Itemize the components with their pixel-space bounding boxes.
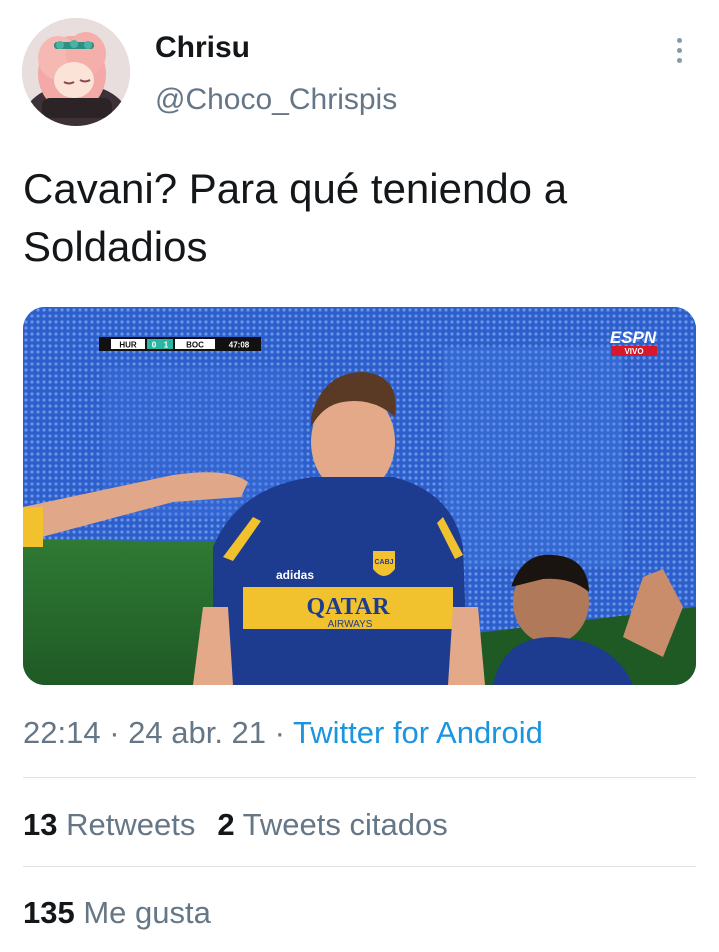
likes-count: 135	[23, 895, 75, 930]
retweets-link[interactable]: 13 Retweets	[23, 804, 195, 846]
separator: ·	[100, 715, 129, 750]
display-name[interactable]: Chrisu	[155, 28, 250, 68]
jersey-sponsor: QATAR	[306, 594, 390, 620]
divider	[23, 777, 696, 778]
like-stats: 135 Me gusta	[23, 892, 211, 934]
scoreboard: HUR 0 1 BOC 47:08	[99, 337, 261, 351]
kit-brand: adidas	[276, 568, 314, 582]
espn-logo: ESPN VIVO	[610, 328, 657, 356]
live-label: VIVO	[624, 347, 643, 356]
retweet-stats: 13 Retweets 2 Tweets citados	[23, 804, 448, 846]
likes-label: Me gusta	[83, 895, 211, 930]
jersey-sponsor-sub: AIRWAYS	[328, 619, 373, 630]
away-team: BOC	[186, 341, 204, 350]
match-clock: 47:08	[229, 341, 250, 350]
tweet-time[interactable]: 22:14	[23, 715, 101, 750]
match-photo: QATAR AIRWAYS adidas CABJ HUR 0 1 BOC 47…	[23, 307, 696, 685]
tweet-detail: Chrisu @Choco_Chrispis Cavani? Para qué …	[0, 0, 719, 952]
home-team: HUR	[119, 341, 137, 350]
tweet-meta: 22:14 · 24 abr. 21 · Twitter for Android	[23, 712, 543, 754]
tweet-text-line: Soldadios	[23, 223, 208, 270]
dot	[676, 47, 682, 53]
quotes-label: Tweets citados	[242, 807, 448, 842]
avatar[interactable]	[22, 18, 130, 126]
tweet-text-line: Cavani? Para qué teniendo a	[23, 165, 568, 212]
avatar-image	[22, 18, 130, 126]
likes-link[interactable]: 135 Me gusta	[23, 892, 211, 934]
more-vertical-icon[interactable]	[664, 30, 694, 70]
dot	[676, 37, 682, 43]
dot	[676, 57, 682, 63]
home-score: 0	[152, 341, 157, 350]
tweet-source-link[interactable]: Twitter for Android	[293, 715, 543, 750]
broadcaster-name: ESPN	[610, 328, 657, 347]
user-handle[interactable]: @Choco_Chrispis	[155, 80, 397, 120]
tweet-media-image[interactable]: QATAR AIRWAYS adidas CABJ HUR 0 1 BOC 47…	[23, 307, 696, 685]
tweet-date[interactable]: 24 abr. 21	[128, 715, 266, 750]
tweet-text: Cavani? Para qué teniendo a Soldadios	[23, 160, 693, 276]
club-crest: CABJ	[374, 559, 393, 566]
away-score: 1	[164, 341, 169, 350]
divider	[23, 866, 696, 867]
separator: ·	[266, 715, 294, 750]
quotes-count: 2	[217, 807, 235, 842]
retweets-label: Retweets	[66, 807, 196, 842]
quote-tweets-link[interactable]: 2 Tweets citados	[217, 804, 447, 846]
retweets-count: 13	[23, 807, 58, 842]
